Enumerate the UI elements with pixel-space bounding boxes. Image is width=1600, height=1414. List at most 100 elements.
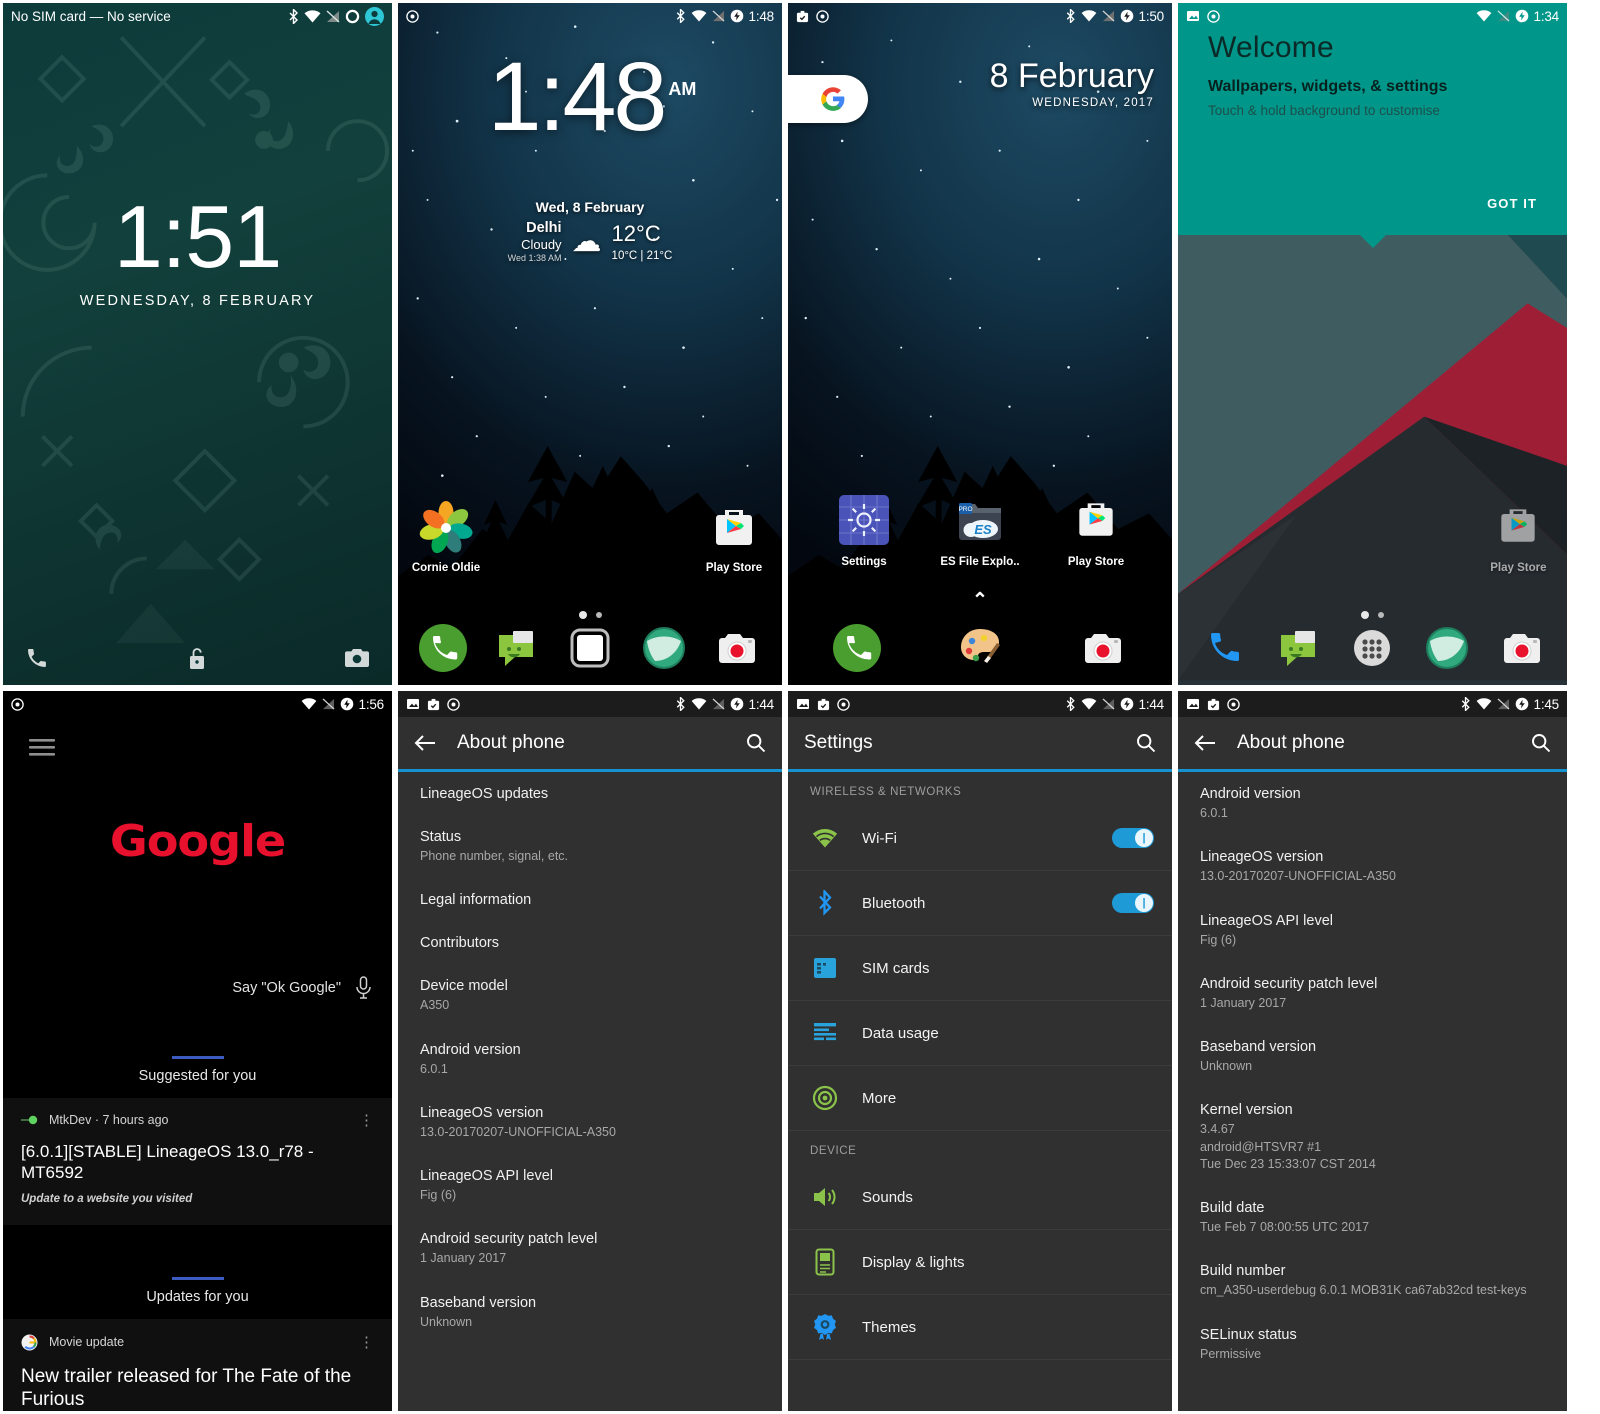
about-row[interactable]: Android security patch level 1 January 20… bbox=[1178, 962, 1567, 1025]
dock-phone[interactable] bbox=[1186, 621, 1261, 675]
hotword-row[interactable]: Say "Ok Google" bbox=[232, 976, 372, 1000]
search-icon[interactable] bbox=[746, 733, 766, 753]
page-title: About phone bbox=[1237, 732, 1345, 753]
toggle-switch[interactable]: | bbox=[1112, 893, 1154, 913]
wifi-icon bbox=[1476, 698, 1492, 710]
about-row[interactable]: SELinux status Permissive bbox=[1178, 1313, 1567, 1376]
about-row[interactable]: Baseband version Unknown bbox=[398, 1281, 782, 1344]
cloud-icon: ☁ bbox=[571, 224, 602, 258]
app-es-file-explorer[interactable]: PRO ES ES File Explo.. bbox=[922, 495, 1038, 568]
signal-off-icon bbox=[712, 698, 725, 710]
weather-widget[interactable]: Wed, 8 February Delhi Cloudy Wed 1:38 AM… bbox=[398, 199, 782, 265]
app-drawer-chevron-up-icon[interactable]: ⌃ bbox=[788, 589, 1172, 612]
home-big-clock[interactable]: 1:48 AM bbox=[398, 48, 782, 145]
search-icon[interactable] bbox=[1531, 733, 1551, 753]
date-widget[interactable]: 8 February WEDNESDAY, 2017 bbox=[990, 58, 1154, 108]
app-label: Play Store bbox=[705, 562, 763, 574]
settings-row-sim-cards[interactable]: SIM cards bbox=[788, 936, 1172, 1001]
settings-row-sounds[interactable]: Sounds bbox=[788, 1165, 1172, 1230]
about-row[interactable]: Device model A350 bbox=[398, 964, 782, 1027]
google-search-pill[interactable] bbox=[788, 75, 868, 123]
image-icon bbox=[1186, 10, 1200, 22]
about-row[interactable]: Build date Tue Feb 7 08:00:55 UTC 2017 bbox=[1178, 1186, 1567, 1249]
menu-hamburger-icon[interactable] bbox=[29, 739, 55, 762]
dock-messaging[interactable] bbox=[480, 621, 554, 675]
camera-icon[interactable] bbox=[344, 647, 370, 669]
signal-off-icon bbox=[326, 9, 340, 23]
card-sub: Update to a website you visited bbox=[21, 1192, 193, 1205]
dock-app-drawer[interactable] bbox=[553, 621, 627, 675]
dock-browser[interactable] bbox=[1410, 621, 1485, 675]
card-overflow-menu-icon[interactable]: ⋮ bbox=[359, 1113, 374, 1128]
settings-row-bluetooth[interactable]: Bluetooth | bbox=[788, 871, 1172, 936]
about-row-value: Unknown bbox=[420, 1314, 473, 1329]
dock-camera[interactable] bbox=[1484, 621, 1559, 675]
about-row[interactable]: Status Phone number, signal, etc. bbox=[398, 815, 782, 878]
about-row-value: 6.0.1 bbox=[1200, 806, 1228, 820]
dock-camera[interactable] bbox=[1041, 621, 1164, 675]
page-dot[interactable] bbox=[595, 612, 602, 618]
app-play-store[interactable]: Play Store bbox=[1038, 495, 1154, 568]
about-row[interactable]: Android security patch level 1 January 20… bbox=[398, 1217, 782, 1280]
svg-text:ES: ES bbox=[974, 522, 992, 537]
lock-open-icon[interactable] bbox=[185, 645, 209, 671]
got-it-button[interactable]: GOT IT bbox=[1487, 196, 1537, 211]
about-row[interactable]: LineageOS API level Fig (6) bbox=[1178, 899, 1567, 962]
app-settings[interactable]: Settings bbox=[806, 495, 922, 568]
about2-content: About phone Android version 6.0.1 LineageO… bbox=[1178, 717, 1567, 1411]
about-row[interactable]: Legal information bbox=[398, 878, 782, 921]
about-row[interactable]: Baseband version Unknown bbox=[1178, 1025, 1567, 1088]
page-dot-active[interactable] bbox=[578, 611, 587, 619]
dock-browser[interactable] bbox=[627, 621, 701, 675]
dock-phone[interactable] bbox=[796, 621, 919, 675]
settings-row-themes[interactable]: Themes bbox=[788, 1295, 1172, 1360]
lockscreen-time: 1:51 bbox=[113, 187, 282, 286]
settings-row-label: Display & lights bbox=[862, 1253, 965, 1271]
app-label: ES File Explo.. bbox=[940, 556, 1020, 568]
back-arrow-icon[interactable] bbox=[414, 734, 436, 752]
welcome-title: Welcome bbox=[1208, 31, 1334, 64]
about-row[interactable]: Contributors bbox=[398, 921, 782, 964]
toggle-switch[interactable]: | bbox=[1112, 828, 1154, 848]
about-row[interactable]: LineageOS API level Fig (6) bbox=[398, 1154, 782, 1217]
dock-themes[interactable] bbox=[919, 621, 1042, 675]
page-dot[interactable] bbox=[1378, 612, 1384, 618]
about-row[interactable]: LineageOS updates bbox=[398, 772, 782, 815]
about-row[interactable]: LineageOS version 13.0-20170207-UNOFFICIA… bbox=[398, 1091, 782, 1154]
app-play-store[interactable]: Play Store bbox=[686, 501, 782, 574]
app-play-store[interactable]: Play Store bbox=[1470, 501, 1567, 574]
settings-row-more[interactable]: More bbox=[788, 1066, 1172, 1131]
feed-card-2[interactable]: Movie update ⋮ New trailer released for … bbox=[3, 1318, 392, 1411]
dock-camera[interactable] bbox=[700, 621, 774, 675]
section-title: Updates for you bbox=[146, 1288, 249, 1305]
settings-row-display-lights[interactable]: Display & lights bbox=[788, 1230, 1172, 1295]
app-slot-empty-2 bbox=[590, 501, 686, 574]
phone-icon[interactable] bbox=[25, 646, 49, 670]
more-target-icon bbox=[806, 1085, 844, 1111]
microphone-icon[interactable] bbox=[355, 976, 372, 1000]
card-overflow-menu-icon[interactable]: ⋮ bbox=[359, 1335, 374, 1350]
about-row[interactable]: Android version 6.0.1 bbox=[398, 1028, 782, 1091]
page-dot-active[interactable] bbox=[1361, 611, 1369, 619]
about-row-key: Contributors bbox=[420, 935, 499, 952]
dock-phone[interactable] bbox=[406, 621, 480, 675]
about-row[interactable]: Android version 6.0.1 bbox=[1178, 772, 1567, 835]
about-row-key: Device model bbox=[420, 978, 508, 995]
feed-card-1[interactable]: MtkDev · 7 hours ago ⋮ [6.0.1][STABLE] L… bbox=[3, 1098, 392, 1225]
about-row[interactable]: Kernel version 3.4.67 android@HTSVR7 #1 Tue… bbox=[1178, 1088, 1567, 1186]
user-avatar-icon[interactable] bbox=[365, 6, 384, 26]
dock-app-drawer[interactable] bbox=[1335, 621, 1410, 675]
bluetooth-icon bbox=[288, 8, 299, 24]
app-cornie-oldie[interactable]: Cornie Oldie bbox=[398, 501, 494, 574]
about-row[interactable]: Build number cm_A350-userdebug 6.0.1 MOB3… bbox=[1178, 1249, 1567, 1312]
panel-about-phone-2: 1:45 About phone Android version 6.0.1 Lin… bbox=[1175, 688, 1570, 1414]
about-row[interactable]: LineageOS version 13.0-20170207-UNOFFICIA… bbox=[1178, 835, 1567, 898]
svg-text:PRO: PRO bbox=[958, 506, 972, 513]
search-icon[interactable] bbox=[1136, 733, 1156, 753]
settings-row-wi-fi[interactable]: Wi-Fi | bbox=[788, 806, 1172, 871]
dock-messaging[interactable] bbox=[1261, 621, 1336, 675]
about-row-key: LineageOS version bbox=[420, 1104, 544, 1121]
section-divider bbox=[171, 1276, 224, 1280]
settings-row-data-usage[interactable]: Data usage bbox=[788, 1001, 1172, 1066]
back-arrow-icon[interactable] bbox=[1194, 734, 1216, 752]
